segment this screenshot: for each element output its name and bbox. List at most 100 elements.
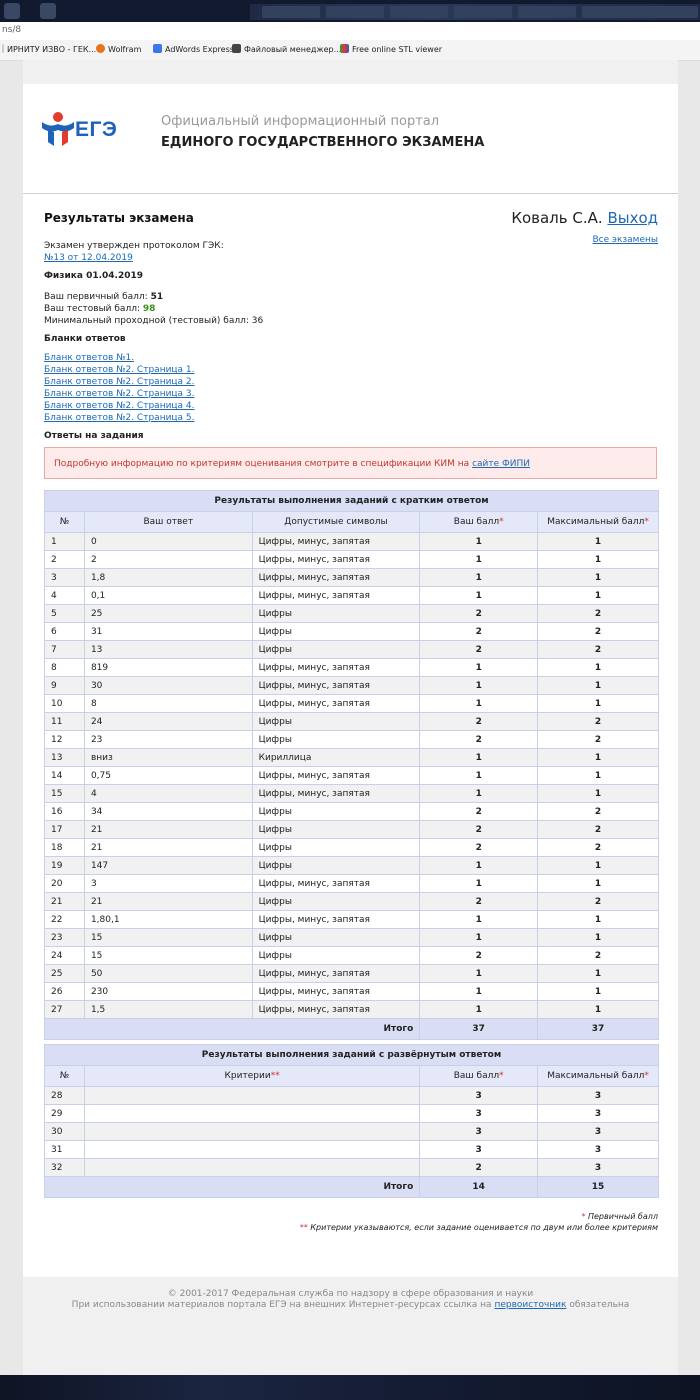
- form-link[interactable]: Бланк ответов №2. Страница 4.: [44, 401, 195, 411]
- max-score-cell: 1: [537, 568, 659, 587]
- answer-cell: 13: [83, 640, 253, 659]
- column-header: №: [44, 1065, 85, 1087]
- long-table-header: № Критерии** Ваш балл* Максимальный балл…: [44, 1065, 659, 1087]
- forms-list: Бланк ответов №1. Бланк ответов №2. Стра…: [44, 352, 195, 424]
- browser-tab[interactable]: [640, 6, 698, 18]
- form-link[interactable]: Бланк ответов №2. Страница 3.: [44, 389, 195, 399]
- source-link[interactable]: первоисточник: [494, 1300, 566, 1310]
- browser-tab[interactable]: [582, 6, 640, 18]
- form-link[interactable]: Бланк ответов №2. Страница 2.: [44, 377, 195, 387]
- table-row: 4 0,1 Цифры, минус, запятая 1 1: [44, 586, 659, 605]
- table-row: 25 50 Цифры, минус, запятая 1 1: [44, 964, 659, 983]
- adwords-icon: [153, 44, 162, 53]
- browser-tab[interactable]: [326, 6, 384, 18]
- allowed-symbols-cell: Цифры: [251, 622, 421, 641]
- table-row: 18 21 Цифры 2 2: [44, 838, 659, 857]
- browser-tab[interactable]: [262, 6, 320, 18]
- address-bar[interactable]: ns/8: [0, 22, 700, 41]
- table-row: 29 3 3: [44, 1104, 659, 1123]
- max-score-cell: 1: [537, 766, 659, 785]
- bookmark-file-manager[interactable]: Файловый менеджер...: [232, 44, 341, 54]
- ege-logo[interactable]: [40, 110, 76, 153]
- allowed-symbols-cell: Цифры: [251, 802, 421, 821]
- portal-title-line1: Официальный информационный портал: [161, 114, 440, 129]
- task-number: 1: [44, 532, 85, 551]
- score-cell: 1: [419, 532, 539, 551]
- protocol-label: Экзамен утвержден протоколом ГЭК:: [44, 241, 224, 251]
- form-link[interactable]: Бланк ответов №2. Страница 1.: [44, 365, 195, 375]
- form-link[interactable]: Бланк ответов №1.: [44, 353, 134, 363]
- portal-title-line2: ЕДИНОГО ГОСУДАРСТВЕННОГО ЭКЗАМЕНА: [161, 135, 485, 150]
- max-score-cell: 1: [537, 856, 659, 875]
- bookmark-adwords[interactable]: AdWords Express: [153, 44, 234, 54]
- task-number: 6: [44, 622, 85, 641]
- fipi-link[interactable]: сайте ФИПИ: [472, 459, 530, 469]
- window-icon[interactable]: [4, 3, 20, 19]
- max-score-cell: 2: [537, 892, 659, 911]
- max-score-cell: 1: [537, 694, 659, 713]
- answer-cell: 147: [83, 856, 253, 875]
- table-row: 15 4 Цифры, минус, запятая 1 1: [44, 784, 659, 803]
- browser-tab[interactable]: [518, 6, 576, 18]
- window-icon[interactable]: [40, 3, 56, 19]
- browser-tab[interactable]: [454, 6, 512, 18]
- answer-cell: 25: [83, 604, 253, 623]
- max-score-cell: 1: [537, 910, 659, 929]
- protocol-info: Экзамен утвержден протоколом ГЭК: №13 от…: [44, 240, 224, 264]
- max-score-cell: 1: [537, 874, 659, 893]
- bookmark-wolfram[interactable]: Wolfram: [96, 44, 141, 54]
- form-link[interactable]: Бланк ответов №2. Страница 5.: [44, 413, 195, 423]
- answer-cell: 0,1: [83, 586, 253, 605]
- max-score-cell: 1: [537, 676, 659, 695]
- max-score-cell: 2: [537, 820, 659, 839]
- min-score-row: Минимальный проходной (тестовый) балл: 3…: [44, 316, 264, 326]
- ege-logo-text: ЕГЭ: [75, 118, 118, 141]
- column-header: Ваш ответ: [83, 511, 253, 533]
- protocol-link[interactable]: №13 от 12.04.2019: [44, 253, 133, 263]
- short-table-header: № Ваш ответ Допустимые символы Ваш балл*…: [44, 511, 659, 533]
- browser-tab[interactable]: [390, 6, 448, 18]
- task-number: 18: [44, 838, 85, 857]
- allowed-symbols-cell: Цифры, минус, запятая: [251, 874, 421, 893]
- max-score-cell: 2: [537, 838, 659, 857]
- all-exams-link[interactable]: Все экзамены: [592, 235, 658, 245]
- logout-link[interactable]: Выход: [607, 209, 658, 227]
- page-content: ЕГЭ Официальный информационный портал ЕД…: [23, 60, 678, 1375]
- task-number: 21: [44, 892, 85, 911]
- task-number: 8: [44, 658, 85, 677]
- file-manager-icon: [232, 44, 241, 53]
- bookmark-irnitu[interactable]: ИРНИТУ ИЗВО - ГЕК...: [2, 44, 96, 54]
- score-cell: 1: [419, 748, 539, 767]
- allowed-symbols-cell: Цифры, минус, запятая: [251, 532, 421, 551]
- bookmark-stl-viewer[interactable]: Free online STL viewer: [340, 44, 442, 54]
- score-cell: 2: [419, 838, 539, 857]
- task-number: 13: [44, 748, 85, 767]
- table-row: 5 25 Цифры 2 2: [44, 604, 659, 623]
- test-score-value: 98: [142, 304, 156, 314]
- stl-icon: [340, 44, 349, 53]
- score-cell: 2: [419, 730, 539, 749]
- max-score-cell: 2: [537, 730, 659, 749]
- score-cell: 1: [419, 1000, 539, 1019]
- max-score-cell: 2: [537, 640, 659, 659]
- allowed-symbols-cell: Цифры, минус, запятая: [251, 658, 421, 677]
- all-exams-container: Все экзамены: [592, 235, 658, 245]
- answer-cell: 21: [83, 892, 253, 911]
- allowed-symbols-cell: Цифры, минус, запятая: [251, 568, 421, 587]
- scores-block: Ваш первичный балл: 51 Ваш тестовый балл…: [44, 291, 263, 327]
- max-score-cell: 1: [537, 982, 659, 1001]
- allowed-symbols-cell: Цифры: [251, 712, 421, 731]
- allowed-symbols-cell: Цифры, минус, запятая: [251, 910, 421, 929]
- answer-cell: 819: [83, 658, 253, 677]
- url-text: ns/8: [2, 25, 22, 35]
- long-answer-table: Результаты выполнения заданий с развёрну…: [43, 1044, 659, 1198]
- answer-cell: 4: [83, 784, 253, 803]
- answer-cell: 21: [83, 820, 253, 839]
- page-icon: [2, 44, 4, 53]
- task-number: 12: [44, 730, 85, 749]
- bookmarks-bar: ИРНИТУ ИЗВО - ГЕК... Wolfram AdWords Exp…: [0, 40, 700, 61]
- wolfram-icon: [96, 44, 105, 53]
- task-number: 30: [44, 1122, 85, 1141]
- taskbar-top: [0, 0, 700, 22]
- answer-cell: 8: [83, 694, 253, 713]
